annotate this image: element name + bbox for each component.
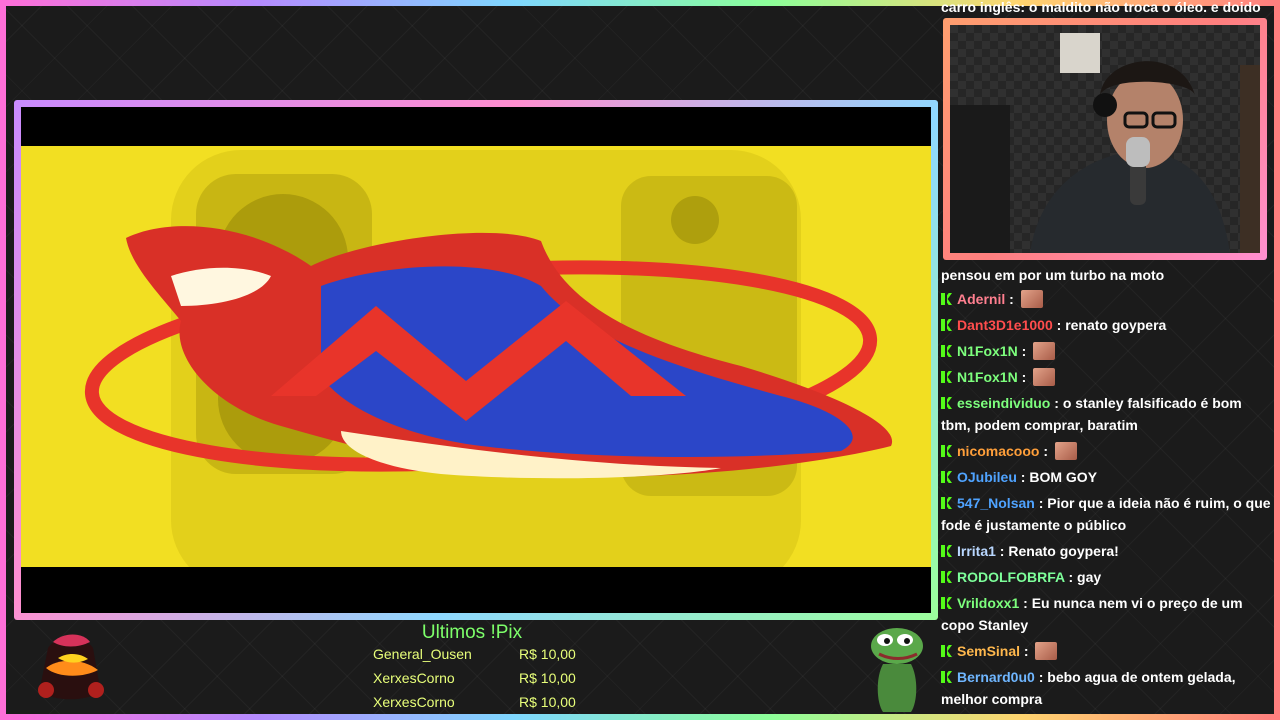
- kick-badge-icon: [941, 471, 952, 483]
- pix-entry: General_Ousen R$ 10,00: [373, 646, 583, 668]
- chat-username[interactable]: 547_Nolsan: [957, 495, 1035, 511]
- chat-message-continuation: pensou em por um turbo na moto: [941, 267, 1165, 283]
- kick-badge-icon: [941, 293, 952, 305]
- chat-username[interactable]: SemSinal: [957, 643, 1020, 659]
- chat-message: SemSinal :: [941, 640, 1274, 662]
- chat-panel: carro inglês: o maldito não troca o óleo…: [941, 0, 1274, 720]
- chat-username[interactable]: Dant3D1e1000: [957, 317, 1053, 333]
- pix-entry: XerxesCorno R$ 10,00: [373, 694, 583, 716]
- kick-badge-icon: [941, 371, 952, 383]
- chat-message-list: Adernil : Dant3D1e1000 : renato goypera N…: [941, 288, 1274, 714]
- pix-donor-name: General_Ousen: [373, 646, 472, 662]
- chat-message: nicomacooo :: [941, 440, 1274, 462]
- kick-badge-icon: [941, 671, 952, 683]
- mascot-sticker: [28, 628, 112, 712]
- chat-message: RODOLFOBRFA : gay: [941, 566, 1274, 588]
- kick-badge-icon: [941, 319, 952, 331]
- video-screen[interactable]: [21, 107, 931, 613]
- kick-badge-icon: [941, 545, 952, 557]
- kick-badge-icon: [941, 571, 952, 583]
- pix-donor-name: XerxesCorno: [373, 670, 455, 686]
- chat-message: N1Fox1N :: [941, 366, 1274, 388]
- chat-username[interactable]: OJubileu: [957, 469, 1017, 485]
- chat-message: esseindividuo : o stanley falsificado é …: [941, 392, 1274, 436]
- pix-entry: XerxesCorno R$ 10,00: [373, 670, 583, 692]
- kick-badge-icon: [941, 645, 952, 657]
- pix-amount: R$ 10,00: [519, 670, 576, 686]
- chat-username[interactable]: esseindividuo: [957, 395, 1050, 411]
- chat-separator: :: [995, 543, 1009, 559]
- kick-badge-icon: [941, 397, 952, 409]
- chat-message: OJubileu : BOM GOY: [941, 466, 1274, 488]
- chat-message: Irrita1 : Renato goypera!: [941, 540, 1274, 562]
- video-frame: [21, 146, 931, 567]
- chat-username[interactable]: Adernil: [957, 291, 1005, 307]
- chat-separator: :: [1017, 343, 1031, 359]
- chat-username[interactable]: RODOLFOBRFA: [957, 569, 1065, 585]
- pix-donor-name: XerxesCorno: [373, 694, 455, 710]
- pix-amount: R$ 10,00: [519, 646, 576, 662]
- chat-emote-icon: [1020, 290, 1043, 308]
- chat-separator: :: [1064, 569, 1078, 585]
- chat-message-text: BOM GOY: [1029, 469, 1098, 485]
- chat-separator: :: [1034, 669, 1048, 685]
- chat-separator: :: [1039, 443, 1052, 459]
- chat-separator: :: [1050, 395, 1063, 411]
- chat-username[interactable]: nicomacooo: [957, 443, 1039, 459]
- chat-separator: :: [1052, 317, 1066, 333]
- kick-badge-icon: [941, 445, 952, 457]
- kick-badge-icon: [941, 345, 952, 357]
- chat-separator: :: [1005, 291, 1018, 307]
- chat-separator: :: [1019, 595, 1032, 611]
- letterbox-top: [21, 107, 931, 146]
- pepe-frog-sticker: [865, 624, 931, 714]
- chat-emote-icon: [1033, 342, 1056, 360]
- chat-message-partial: carro inglês: o maldito não troca o óleo…: [941, 0, 1261, 15]
- pix-amount: R$ 10,00: [519, 694, 576, 710]
- chat-message: Bernard0u0 : bebo agua de ontem gelada, …: [941, 666, 1274, 710]
- chat-separator: :: [1034, 495, 1048, 511]
- bulldog-logo-art: [84, 226, 893, 479]
- chat-message-text: gay: [1077, 569, 1102, 585]
- chat-separator: :: [1020, 643, 1033, 659]
- video-player[interactable]: [14, 100, 938, 620]
- pix-title: Ultimos !Pix: [421, 622, 523, 643]
- chat-separator: :: [1016, 469, 1030, 485]
- chat-username[interactable]: Bernard0u0: [957, 669, 1035, 685]
- chat-username[interactable]: N1Fox1N: [957, 343, 1018, 359]
- chat-username[interactable]: Vrildoxx1: [957, 595, 1019, 611]
- kick-badge-icon: [941, 597, 952, 609]
- chat-emote-icon: [1033, 368, 1056, 386]
- chat-message: Adernil :: [941, 288, 1274, 310]
- chat-emote-icon: [1035, 642, 1058, 660]
- chat-message: Vrildoxx1 : Eu nunca nem vi o preço de u…: [941, 592, 1274, 636]
- chat-emote-icon: [1054, 442, 1077, 460]
- chat-username[interactable]: Irrita1: [957, 543, 996, 559]
- kick-badge-icon: [941, 497, 952, 509]
- letterbox-bottom: [21, 567, 931, 613]
- chat-separator: :: [1017, 369, 1031, 385]
- chat-message: Dant3D1e1000 : renato goypera: [941, 314, 1274, 336]
- chat-message-text: renato goypera: [1065, 317, 1167, 333]
- chat-username[interactable]: N1Fox1N: [957, 369, 1018, 385]
- chat-message: N1Fox1N :: [941, 340, 1274, 362]
- chat-message: 547_Nolsan : Pior que a ideia não é ruim…: [941, 492, 1274, 536]
- chat-message-text: Renato goypera!: [1008, 543, 1119, 559]
